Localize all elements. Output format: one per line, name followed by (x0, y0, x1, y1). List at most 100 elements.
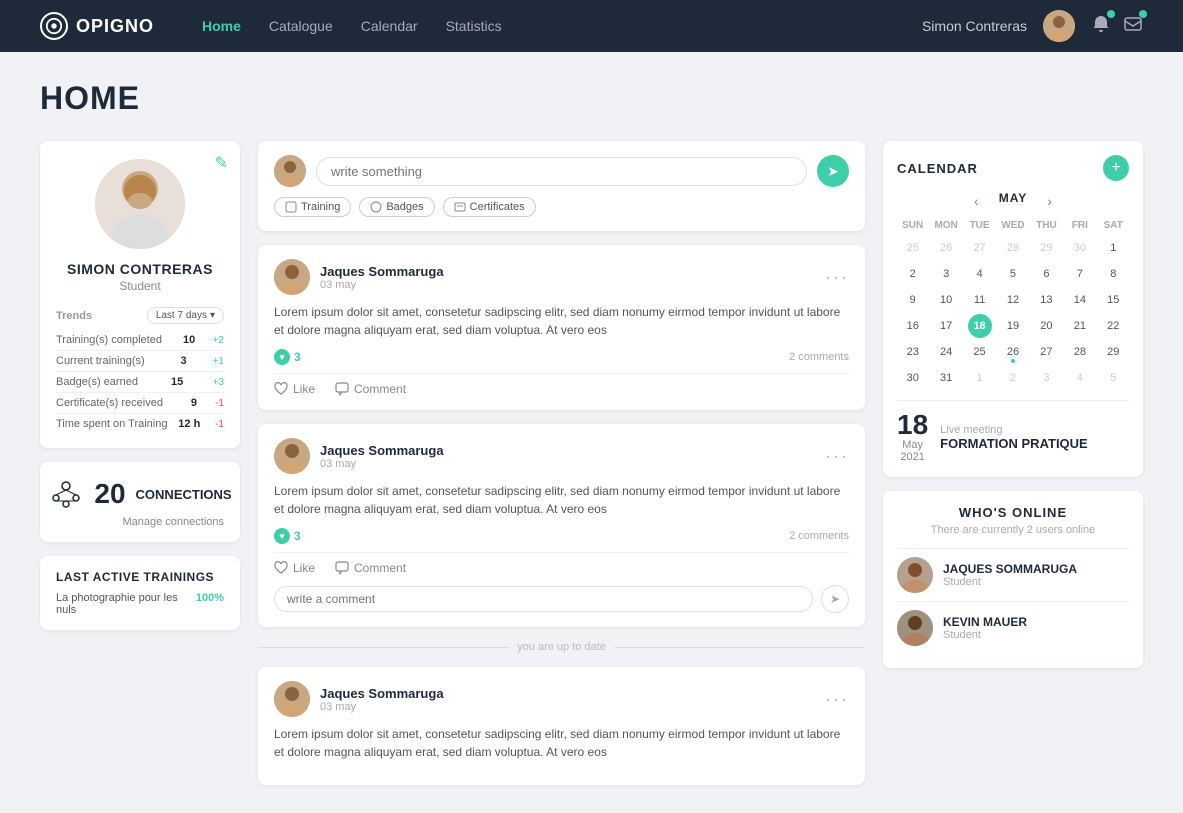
cal-day[interactable]: 25 (968, 340, 992, 364)
like-button-1[interactable]: Like (274, 382, 315, 396)
edit-profile-icon[interactable]: ✎ (215, 153, 228, 173)
feed-more-button-2[interactable]: ··· (825, 446, 849, 467)
cal-day[interactable]: 25 (901, 236, 925, 260)
cal-day[interactable]: 3 (1034, 366, 1058, 390)
notifications-icon[interactable] (1091, 14, 1111, 39)
feed-more-button-3[interactable]: ··· (825, 689, 849, 710)
calendar-add-button[interactable]: + (1103, 155, 1129, 181)
cal-day[interactable]: 4 (968, 262, 992, 286)
cal-day[interactable]: 15 (1101, 288, 1125, 312)
cal-day[interactable]: 21 (1068, 314, 1092, 338)
cal-day[interactable]: 28 (1068, 340, 1092, 364)
like-icon (274, 382, 288, 396)
cal-day[interactable]: 1 (1101, 236, 1125, 260)
cal-day[interactable]: 5 (1001, 262, 1025, 286)
cal-header-fri: FRI (1064, 217, 1095, 234)
messages-icon[interactable] (1123, 14, 1143, 39)
like-button-2[interactable]: Like (274, 561, 315, 575)
cal-day-today[interactable]: 18 (968, 314, 992, 338)
cal-day[interactable]: 14 (1068, 288, 1092, 312)
nav-avatar[interactable] (1043, 10, 1075, 42)
cal-day[interactable]: 27 (1034, 340, 1058, 364)
post-tags: Training Badges Certificates (274, 197, 849, 217)
tag-badges[interactable]: Badges (359, 197, 434, 217)
cal-day[interactable]: 8 (1101, 262, 1125, 286)
stat-row: Training(s) completed 10 +2 (56, 330, 224, 351)
comment-icon (335, 382, 349, 396)
cal-day[interactable]: 22 (1101, 314, 1125, 338)
trends-filter[interactable]: Last 7 days ▾ (147, 307, 224, 324)
comment-button-2[interactable]: Comment (335, 561, 406, 575)
cal-day[interactable]: 23 (901, 340, 925, 364)
post-input[interactable] (316, 157, 807, 186)
nav-right: Simon Contreras (922, 10, 1143, 42)
calendar-month-nav: ‹ MAY › (897, 191, 1129, 211)
logo-icon (40, 12, 68, 40)
cal-day[interactable]: 2 (901, 262, 925, 286)
manage-connections-link[interactable]: Manage connections (56, 516, 224, 528)
feed-author-2: Jaques Sommaruga (320, 443, 815, 458)
comment-input[interactable] (274, 586, 813, 612)
cal-day[interactable]: 10 (934, 288, 958, 312)
nav-catalogue[interactable]: Catalogue (269, 18, 333, 34)
cal-day[interactable]: 12 (1001, 288, 1025, 312)
online-user-role-1: Student (943, 576, 1077, 588)
cal-day[interactable]: 11 (968, 288, 992, 312)
comment-button-1[interactable]: Comment (335, 382, 406, 396)
cal-day[interactable]: 4 (1068, 366, 1092, 390)
cal-day[interactable]: 30 (1068, 236, 1092, 260)
cal-day[interactable]: 5 (1101, 366, 1125, 390)
cal-day[interactable]: 27 (968, 236, 992, 260)
nav-home[interactable]: Home (202, 18, 241, 34)
profile-role: Student (56, 279, 224, 293)
calendar-prev-button[interactable]: ‹ (974, 193, 979, 209)
online-user-info-1: JAQUES SOMMARUGA Student (943, 562, 1077, 588)
whos-online-subtitle: There are currently 2 users online (897, 524, 1129, 536)
comment-send-button[interactable]: ➤ (821, 585, 849, 613)
feed-actions-2: Like Comment (274, 552, 849, 575)
cal-day[interactable]: 24 (934, 340, 958, 364)
feed-meta: Jaques Sommaruga 03 may (320, 264, 815, 291)
cal-day[interactable]: 26 (934, 236, 958, 260)
post-box: ➤ Training Badges Certificates (258, 141, 865, 231)
calendar-next-button[interactable]: › (1047, 193, 1052, 209)
cal-day[interactable]: 6 (1034, 262, 1058, 286)
cal-day[interactable]: 7 (1068, 262, 1092, 286)
cal-day[interactable]: 20 (1034, 314, 1058, 338)
tag-training[interactable]: Training (274, 197, 351, 217)
tag-certificates[interactable]: Certificates (443, 197, 536, 217)
cal-day[interactable]: 17 (934, 314, 958, 338)
stat-row: Badge(s) earned 15 +3 (56, 372, 224, 393)
logo[interactable]: OPIGNO (40, 12, 154, 40)
training-pct: 100% (196, 592, 224, 616)
cal-header-wed: WED (997, 217, 1028, 234)
nav-calendar[interactable]: Calendar (361, 18, 418, 34)
cal-day[interactable]: 28 (1001, 236, 1025, 260)
cal-day[interactable]: 19 (1001, 314, 1025, 338)
nav-statistics[interactable]: Statistics (446, 18, 502, 34)
cal-day[interactable]: 2 (1001, 366, 1025, 390)
profile-avatar (95, 159, 185, 249)
cal-day[interactable]: 1 (968, 366, 992, 390)
cal-day[interactable]: 29 (1101, 340, 1125, 364)
cal-day[interactable]: 9 (901, 288, 925, 312)
cal-day[interactable]: 31 (934, 366, 958, 390)
feed-likes-row-2: ♥ 3 2 comments (274, 528, 849, 544)
cal-day[interactable]: 16 (901, 314, 925, 338)
profile-name: SIMON CONTRERAS (56, 261, 224, 277)
feed-date-2: 03 may (320, 458, 815, 470)
post-send-button[interactable]: ➤ (817, 155, 849, 187)
feed-meta-3: Jaques Sommaruga 03 may (320, 686, 815, 713)
like-dot-1: ♥ (274, 349, 290, 365)
connections-card: 20 CONNECTIONS Manage connections (40, 462, 240, 542)
cal-day[interactable]: 3 (934, 262, 958, 286)
cal-day[interactable]: 30 (901, 366, 925, 390)
feed-more-button-1[interactable]: ··· (825, 267, 849, 288)
cal-day[interactable]: 29 (1034, 236, 1058, 260)
logo-text: OPIGNO (76, 16, 154, 37)
feed-header-2: Jaques Sommaruga 03 may ··· (274, 438, 849, 474)
cal-day-event[interactable]: 26 (1001, 340, 1025, 364)
like-icon-2 (274, 561, 288, 575)
stats-list: Training(s) completed 10 +2 Current trai… (56, 330, 224, 434)
cal-day[interactable]: 13 (1034, 288, 1058, 312)
